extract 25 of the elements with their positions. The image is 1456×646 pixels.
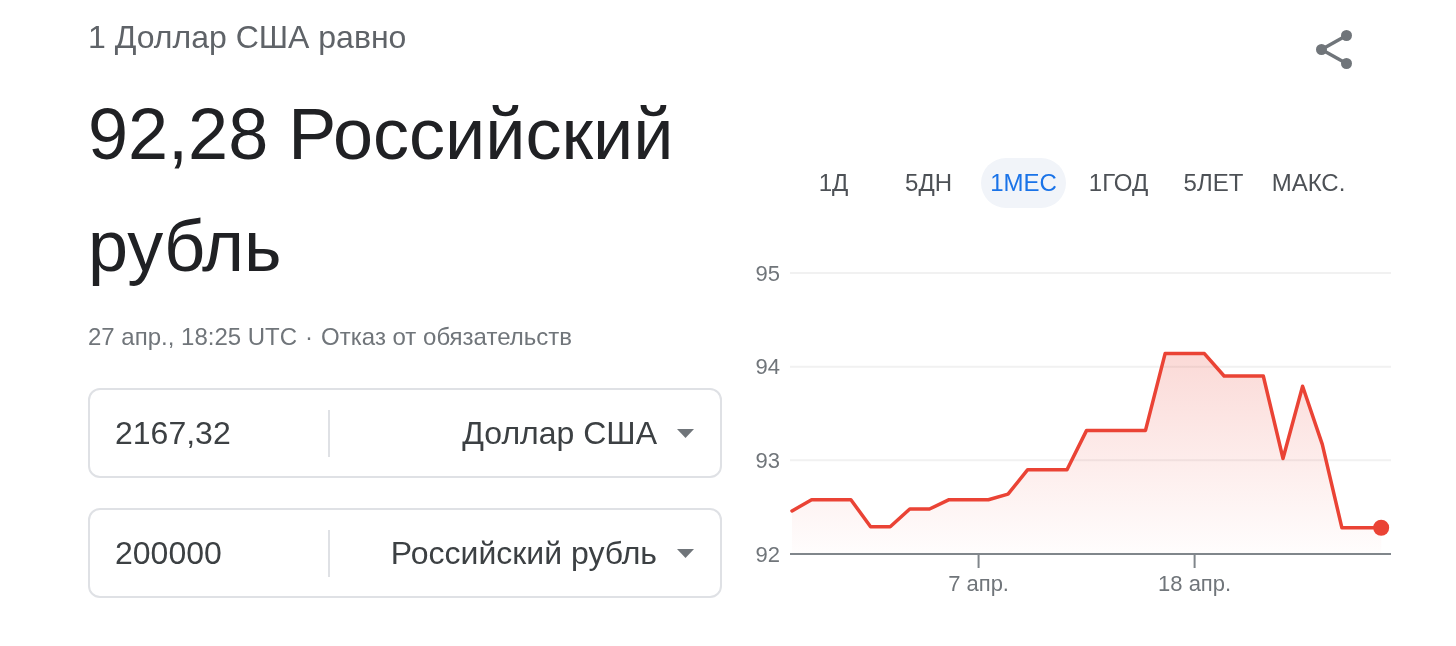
last-price-marker bbox=[1373, 519, 1390, 536]
range-tab[interactable]: 1ГОД bbox=[1076, 158, 1161, 208]
y-axis-label: 95 bbox=[755, 260, 780, 286]
range-tab[interactable]: 1Д bbox=[791, 158, 876, 208]
y-axis-label: 94 bbox=[755, 354, 780, 380]
y-axis-label: 92 bbox=[755, 541, 780, 567]
range-tab[interactable]: МАКС. bbox=[1266, 158, 1351, 208]
amount-input[interactable]: 200000 bbox=[115, 529, 315, 577]
x-axis-label: 18 апр. bbox=[1158, 570, 1232, 596]
share-icon[interactable] bbox=[1316, 30, 1352, 69]
currency-dropdown[interactable]: Доллар США bbox=[330, 409, 694, 457]
caret-icon bbox=[677, 548, 694, 558]
range-tab[interactable]: 5ДН bbox=[886, 158, 971, 208]
range-tab[interactable]: 5ЛЕТ bbox=[1171, 158, 1256, 208]
separator-text: · bbox=[305, 322, 314, 352]
disclaimer-link[interactable]: Отказ от обязательств bbox=[321, 321, 572, 353]
y-axis-label: 93 bbox=[755, 447, 780, 473]
conversion-subtitle: 1 Доллар США равно bbox=[88, 18, 408, 57]
x-axis-label: 7 апр. bbox=[948, 570, 1009, 596]
range-tab[interactable]: 1МЕС bbox=[981, 158, 1066, 208]
conversion-result: 92,28 Российский рубль bbox=[88, 93, 675, 288]
amount-input[interactable]: 2167,32 bbox=[115, 409, 315, 457]
caret-icon bbox=[677, 428, 694, 438]
currency-dropdown[interactable]: Российский рубль bbox=[330, 529, 694, 577]
update-time: 27 апр., 18:25 UTC bbox=[88, 322, 298, 352]
